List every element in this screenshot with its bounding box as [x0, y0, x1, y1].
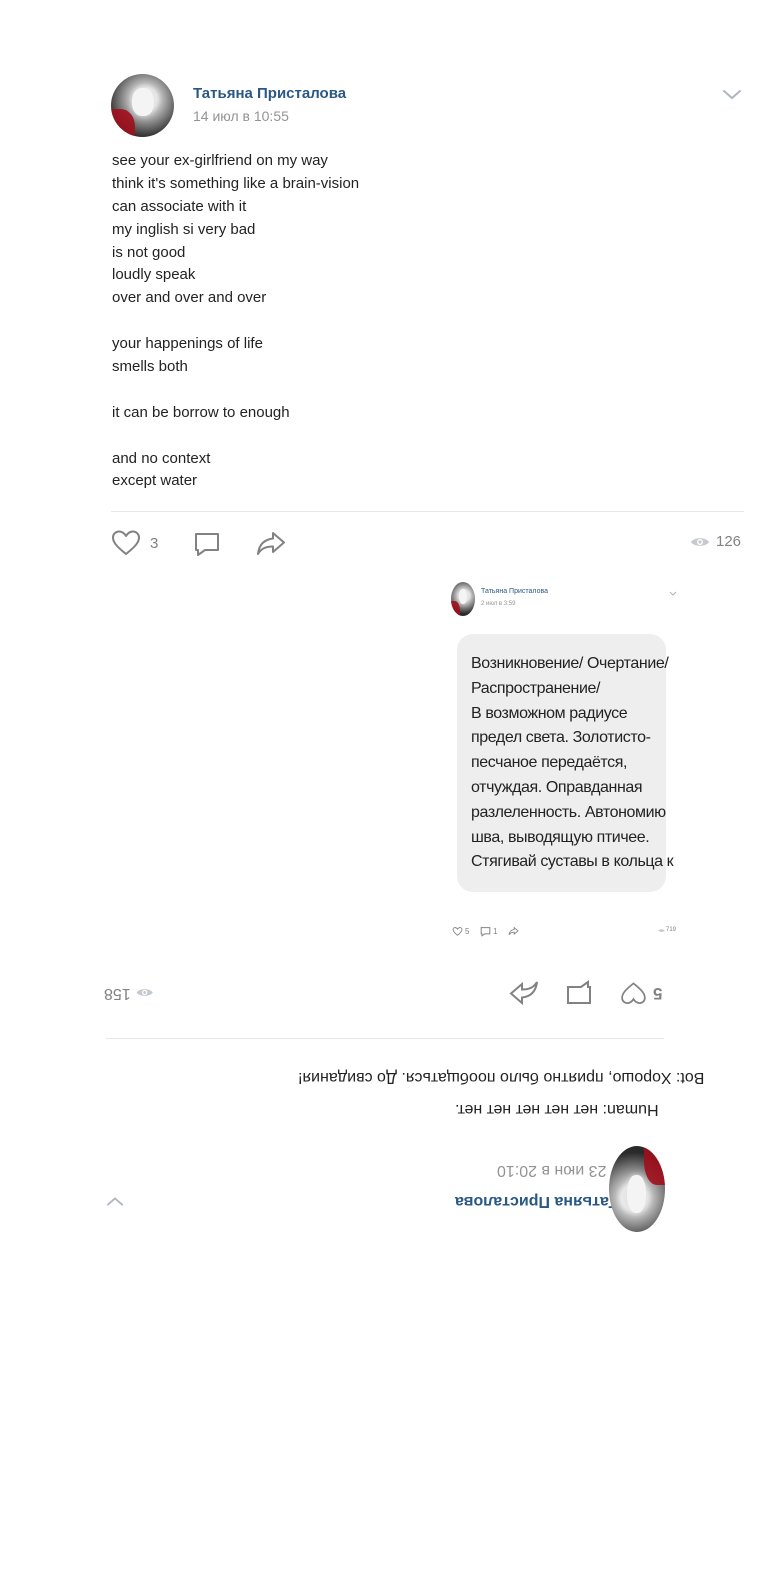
flipped-post-date: 23 июн в 20:10 — [497, 1162, 607, 1179]
flipped-comment-button — [565, 977, 593, 1009]
flipped-share-button — [508, 978, 540, 1008]
flipped-bot-line: Bot: Хорошо, приятно было пообщаться. До… — [298, 1069, 705, 1086]
flipped-author-name: Татьяна Присталова — [455, 1193, 619, 1210]
share-icon — [509, 981, 538, 1006]
flipped-views-counter: 158 — [104, 984, 154, 1002]
chevron-down-icon — [106, 1197, 124, 1206]
flipped-like-button: 5 — [619, 977, 662, 1009]
eye-icon — [136, 989, 153, 997]
flipped-post: 158 5 Bot: Хорошо, приятно было пообщать… — [0, 0, 782, 1584]
comment-icon — [567, 980, 591, 1004]
heart-icon — [620, 982, 646, 1004]
flipped-like-count: 5 — [653, 984, 663, 1003]
flipped-author-avatar — [609, 1146, 665, 1232]
flipped-human-line: Human: нет нет нет нет нет. — [455, 1101, 659, 1118]
flipped-views-count: 158 — [104, 985, 131, 1002]
divider — [106, 1038, 664, 1039]
